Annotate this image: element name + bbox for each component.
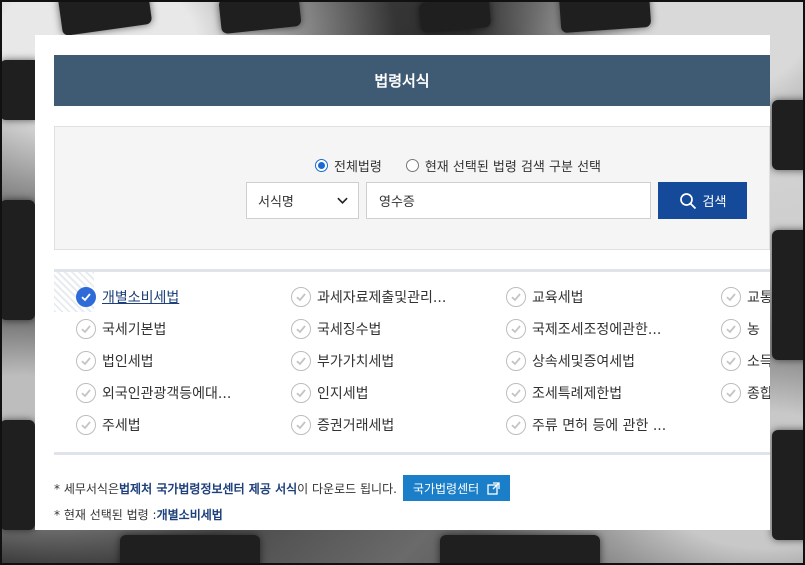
checkmark-icon[interactable] — [506, 382, 526, 403]
law-item[interactable]: 주류 면허 등에 관한 ... — [506, 414, 721, 435]
law-item[interactable]: 주세법 — [76, 414, 291, 435]
law-item-label: 주세법 — [102, 417, 141, 434]
checkmark-icon[interactable] — [291, 286, 311, 307]
law-item[interactable]: 증권거래세법 — [291, 414, 506, 435]
search-input-value: 영수증 — [379, 195, 415, 210]
law-list: 개별소비세법 과세자료제출및관리... 교육세법 교통국세기본법 국세징수법 국제조세조정… — [54, 269, 770, 455]
law-item-label: 조세특례제한법 — [532, 385, 623, 402]
checkmark-icon[interactable] — [76, 350, 96, 371]
checkmark-icon[interactable] — [76, 286, 96, 307]
note-highlight: 법제처 국가법령정보센터 제공 서식 — [119, 481, 298, 496]
checkmark-icon[interactable] — [506, 286, 526, 307]
law-item-label: 종합 — [747, 385, 770, 402]
law-item[interactable]: 부가가치세법 — [291, 350, 506, 371]
law-item[interactable]: 교육세법 — [506, 286, 721, 307]
law-item[interactable]: 국세기본법 — [76, 318, 291, 339]
search-input[interactable]: 영수증 — [366, 182, 651, 219]
law-form-panel: 법령서식 전체법령 현재 선택된 법령 검색 구분 선택 서식명 영수증 검색 … — [35, 35, 770, 530]
law-item-label: 인지세법 — [317, 385, 369, 402]
checkmark-icon[interactable] — [721, 382, 741, 403]
law-grid: 개별소비세법 과세자료제출및관리... 교육세법 교통국세기본법 국세징수법 국제조세조정… — [76, 286, 770, 435]
radio-all-laws[interactable]: 전체법령 — [315, 156, 382, 175]
checkmark-icon[interactable] — [506, 318, 526, 339]
search-button[interactable]: 검색 — [658, 182, 747, 219]
law-item-label: 국세기본법 — [102, 321, 167, 338]
radio-label: 현재 선택된 법령 검색 구분 선택 — [424, 160, 601, 175]
checkmark-icon[interactable] — [721, 318, 741, 339]
select-value: 서식명 — [258, 195, 294, 210]
note-download: * 세무서식은 법제처 국가법령정보센터 제공 서식 이 다운로드 됩니다. 국… — [54, 475, 511, 501]
law-item[interactable]: 인지세법 — [291, 382, 506, 403]
checkmark-icon[interactable] — [76, 382, 96, 403]
checkmark-icon[interactable] — [506, 350, 526, 371]
law-item[interactable]: 상속세및증여세법 — [506, 350, 721, 371]
law-item[interactable]: 법인세법 — [76, 350, 291, 371]
checkmark-icon[interactable] — [76, 318, 96, 339]
law-item[interactable]: 과세자료제출및관리... — [291, 286, 506, 307]
external-link-icon — [487, 481, 500, 495]
checkmark-icon[interactable] — [506, 414, 526, 435]
search-scope-radio-group: 전체법령 현재 선택된 법령 검색 구분 선택 — [315, 156, 625, 175]
law-item[interactable]: 농 — [721, 318, 770, 339]
note-text: * 세무서식은 — [54, 481, 120, 496]
law-center-button-label: 국가법령센터 — [412, 481, 480, 496]
law-item-label: 상속세및증여세법 — [532, 353, 636, 370]
law-item[interactable]: 개별소비세법 — [76, 286, 291, 307]
checkmark-icon[interactable] — [291, 414, 311, 435]
radio-label: 전체법령 — [334, 160, 382, 175]
search-button-label: 검색 — [702, 195, 727, 210]
law-item-label: 소득 — [747, 353, 770, 370]
radio-button[interactable] — [315, 159, 328, 172]
law-item[interactable]: 종합 — [721, 382, 770, 403]
checkmark-icon[interactable] — [291, 350, 311, 371]
page-title: 법령서식 — [374, 72, 430, 90]
checkmark-icon[interactable] — [721, 286, 741, 307]
title-bar: 법령서식 — [54, 55, 770, 106]
law-item-label: 농 — [747, 321, 760, 338]
law-item-label: 법인세법 — [102, 353, 154, 370]
note-selected-law: * 현재 선택된 법령 : 개별소비세법 — [54, 501, 510, 527]
note-text: * 현재 선택된 법령 : — [54, 507, 157, 522]
law-item-label: 주류 면허 등에 관한 ... — [532, 417, 667, 434]
law-item-label: 국세징수법 — [317, 321, 382, 338]
law-item-label: 부가가치세법 — [317, 353, 395, 370]
law-item[interactable]: 교통 — [721, 286, 770, 307]
checkmark-icon[interactable] — [76, 414, 96, 435]
law-item[interactable]: 국세징수법 — [291, 318, 506, 339]
selected-law-value: 개별소비세법 — [156, 507, 223, 522]
checkmark-icon[interactable] — [721, 350, 741, 371]
law-item-label: 국제조세조정에관한... — [532, 321, 662, 338]
law-item-label: 외국인관광객등에대... — [102, 385, 232, 402]
notes: * 세무서식은 법제처 국가법령정보센터 제공 서식 이 다운로드 됩니다. 국… — [54, 475, 511, 527]
law-item[interactable]: 외국인관광객등에대... — [76, 382, 291, 403]
law-item[interactable]: 조세특례제한법 — [506, 382, 721, 403]
law-item-label: 교통 — [747, 289, 770, 306]
search-icon — [679, 192, 696, 209]
law-item-label: 교육세법 — [532, 289, 584, 306]
law-center-button[interactable]: 국가법령센터 — [402, 475, 511, 501]
radio-selected-law[interactable]: 현재 선택된 법령 검색 구분 선택 — [405, 156, 601, 175]
search-box: 전체법령 현재 선택된 법령 검색 구분 선택 서식명 영수증 검색 — [54, 126, 770, 250]
note-text: 이 다운로드 됩니다. — [297, 481, 397, 496]
checkmark-icon[interactable] — [291, 382, 311, 403]
law-item[interactable]: 소득 — [721, 350, 770, 371]
law-item-label: 과세자료제출및관리... — [317, 289, 447, 306]
law-item-label: 개별소비세법 — [102, 289, 180, 306]
law-item-label: 증권거래세법 — [317, 417, 395, 434]
chevron-down-icon — [337, 197, 348, 204]
checkmark-icon[interactable] — [291, 318, 311, 339]
law-item[interactable]: 국제조세조정에관한... — [506, 318, 721, 339]
radio-button[interactable] — [405, 159, 419, 172]
search-field-select[interactable]: 서식명 — [246, 182, 359, 219]
